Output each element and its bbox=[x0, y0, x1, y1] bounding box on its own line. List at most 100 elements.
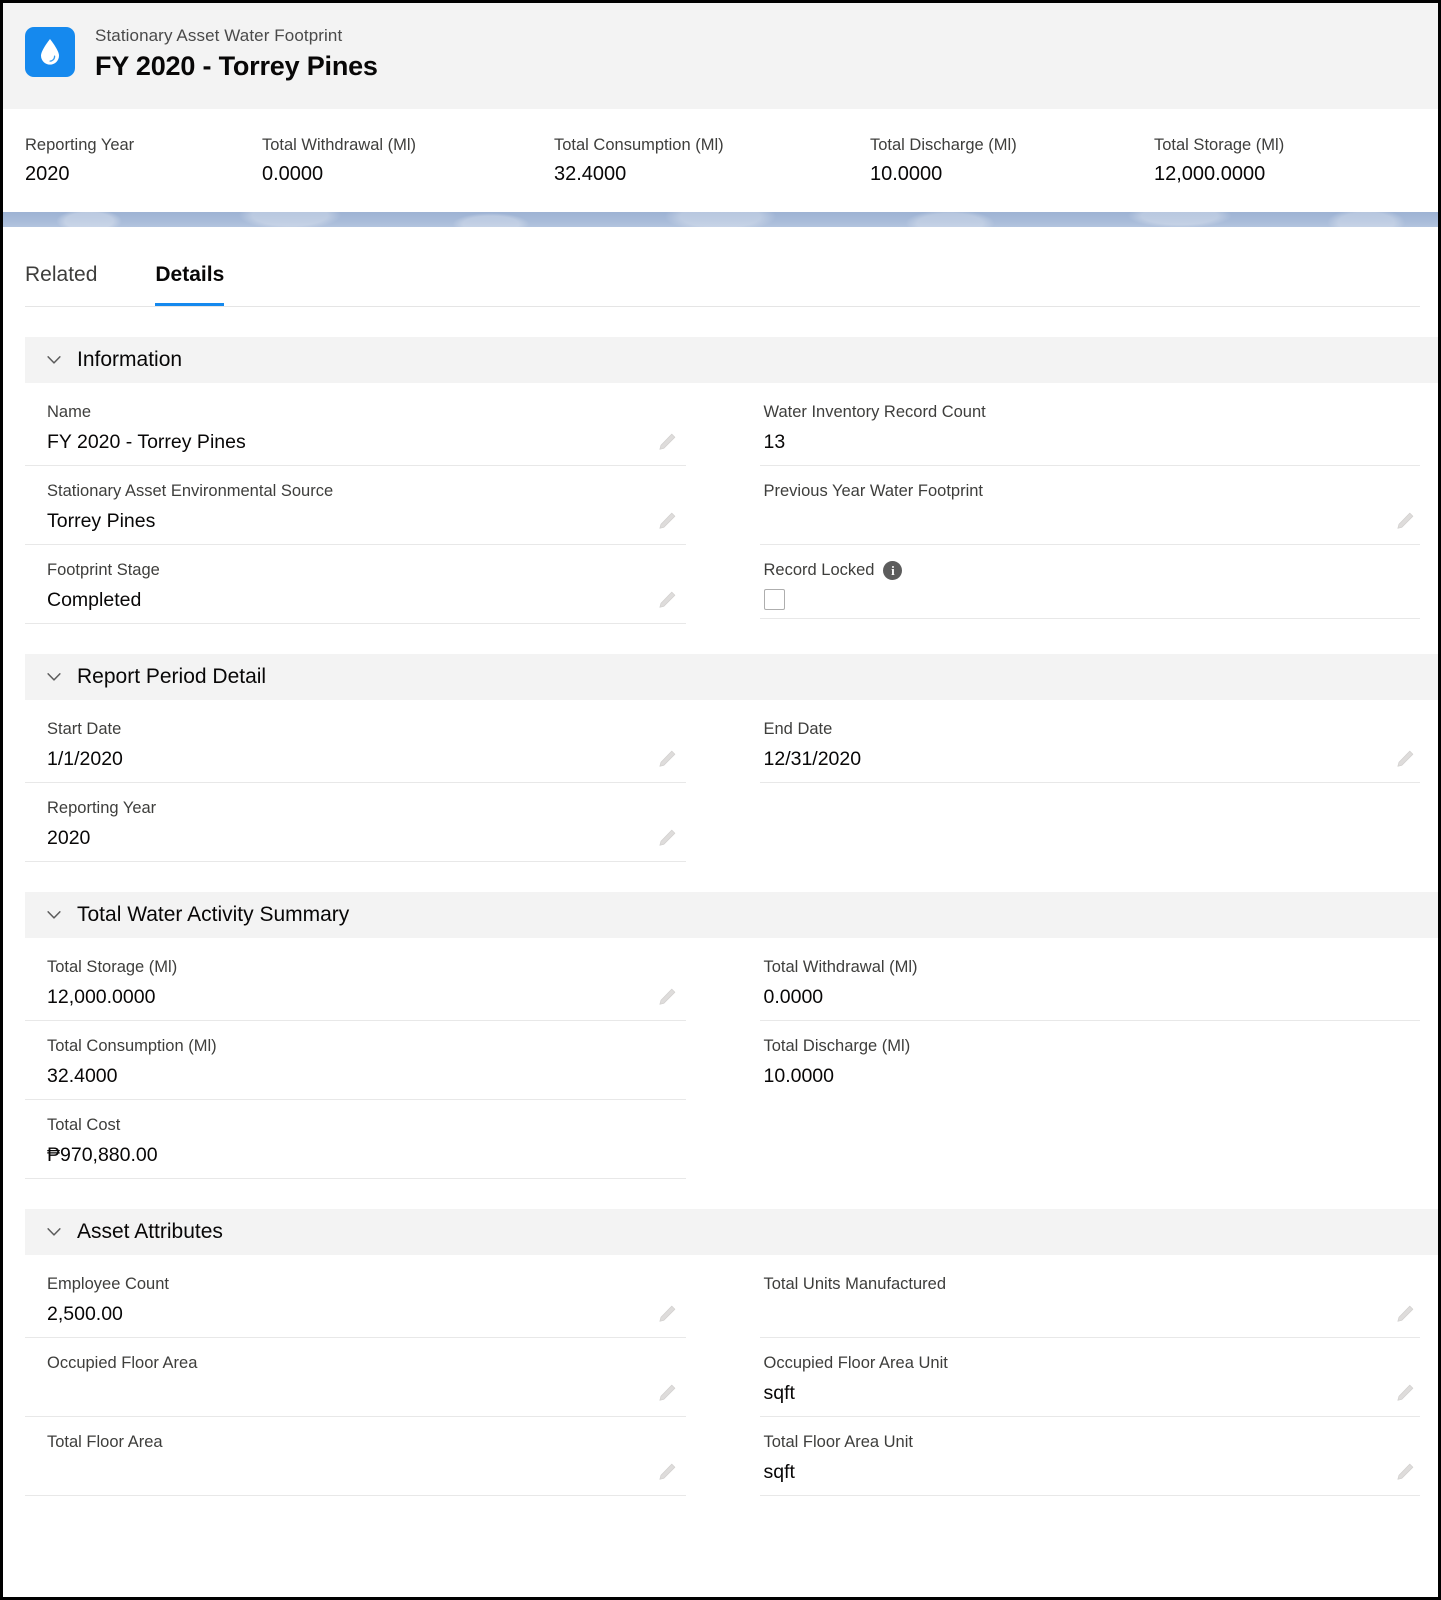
section-header-total-water-activity-summary[interactable]: Total Water Activity Summary bbox=[25, 892, 1438, 938]
edit-pencil-icon[interactable] bbox=[1394, 1303, 1416, 1325]
section-title: Report Period Detail bbox=[77, 665, 267, 688]
record-type-label: Stationary Asset Water Footprint bbox=[95, 26, 343, 45]
field-label: Total Withdrawal (Ml) bbox=[763, 958, 918, 976]
highlight-value: 0.0000 bbox=[262, 163, 324, 185]
section-header-information[interactable]: Information bbox=[25, 337, 1438, 383]
field-label: Total Storage (Ml) bbox=[47, 958, 178, 976]
record-locked-checkbox[interactable] bbox=[763, 589, 785, 610]
field-value: 0.0000 bbox=[763, 986, 824, 1008]
field-label: Occupied Floor Area bbox=[47, 1354, 198, 1372]
section-header-report-period-detail[interactable]: Report Period Detail bbox=[25, 654, 1438, 700]
field-value: 12,000.0000 bbox=[47, 986, 156, 1008]
section-asset-attributes: Asset Attributes Employee Count 2,500.00… bbox=[25, 1209, 1438, 1496]
highlight-total-consumption: Total Consumption (Ml) 32.4000 bbox=[554, 134, 870, 188]
page-title: FY 2020 - Torrey Pines bbox=[95, 51, 378, 81]
field-label: Previous Year Water Footprint bbox=[763, 482, 984, 500]
field-value: ₱970,880.00 bbox=[47, 1144, 158, 1166]
field-label: Occupied Floor Area Unit bbox=[763, 1354, 948, 1372]
field-record-locked: Record Locked i bbox=[759, 545, 1420, 619]
highlight-value: 2020 bbox=[25, 163, 70, 185]
field-total-storage: Total Storage (Ml) 12,000.0000 bbox=[25, 942, 686, 1021]
field-total-withdrawal: Total Withdrawal (Ml) 0.0000 bbox=[759, 942, 1420, 1021]
field-value: 32.4000 bbox=[47, 1065, 118, 1087]
edit-pencil-icon[interactable] bbox=[656, 827, 678, 849]
field-reporting-year: Reporting Year 2020 bbox=[25, 783, 686, 862]
edit-pencil-icon[interactable] bbox=[656, 748, 678, 770]
field-value bbox=[764, 506, 1421, 536]
field-value: 2,500.00 bbox=[47, 1303, 123, 1325]
section-title: Total Water Activity Summary bbox=[77, 903, 350, 926]
tab-details[interactable]: Details bbox=[155, 253, 225, 306]
section-report-period-detail: Report Period Detail Start Date 1/1/2020… bbox=[25, 654, 1438, 862]
field-value bbox=[47, 1457, 686, 1487]
chevron-down-icon bbox=[47, 673, 61, 681]
edit-pencil-icon[interactable] bbox=[1394, 510, 1416, 532]
edit-pencil-icon[interactable] bbox=[656, 986, 678, 1008]
edit-pencil-icon[interactable] bbox=[1394, 748, 1416, 770]
field-occupied-floor-area: Occupied Floor Area bbox=[25, 1338, 686, 1417]
field-label: Reporting Year bbox=[47, 799, 157, 817]
edit-pencil-icon[interactable] bbox=[656, 1461, 678, 1483]
highlight-value: 12,000.0000 bbox=[1154, 163, 1266, 185]
edit-pencil-icon[interactable] bbox=[1394, 1382, 1416, 1404]
field-label: Footprint Stage bbox=[47, 561, 160, 579]
field-label: Total Consumption (Ml) bbox=[47, 1037, 217, 1055]
field-occupied-floor-area-unit: Occupied Floor Area Unit sqft bbox=[759, 1338, 1420, 1417]
field-value: 1/1/2020 bbox=[47, 748, 123, 770]
edit-pencil-icon[interactable] bbox=[656, 510, 678, 532]
field-end-date: End Date 12/31/2020 bbox=[759, 704, 1420, 783]
chevron-down-icon bbox=[47, 1228, 61, 1236]
field-label: Total Floor Area Unit bbox=[763, 1433, 913, 1451]
chevron-down-icon bbox=[47, 911, 61, 919]
field-footprint-stage: Footprint Stage Completed bbox=[25, 545, 686, 624]
highlight-total-storage: Total Storage (Ml) 12,000.0000 bbox=[1154, 134, 1404, 188]
field-value: 2020 bbox=[47, 827, 91, 849]
info-icon[interactable]: i bbox=[883, 561, 903, 580]
field-label: Total Floor Area bbox=[47, 1433, 163, 1451]
highlight-value: 32.4000 bbox=[554, 163, 627, 185]
highlight-value: 10.0000 bbox=[870, 163, 943, 185]
field-value: sqft bbox=[763, 1461, 795, 1483]
section-total-water-activity-summary: Total Water Activity Summary Total Stora… bbox=[25, 892, 1438, 1179]
edit-pencil-icon[interactable] bbox=[656, 431, 678, 453]
field-total-consumption: Total Consumption (Ml) 32.4000 bbox=[25, 1021, 686, 1100]
record-header: Stationary Asset Water Footprint FY 2020… bbox=[3, 3, 1438, 109]
section-information: Information Name FY 2020 - Torrey Pines … bbox=[25, 337, 1438, 624]
field-value bbox=[764, 1299, 1421, 1329]
field-label: Total Cost bbox=[47, 1116, 121, 1134]
field-label-text: Record Locked bbox=[763, 561, 875, 579]
field-previous-year-water-footprint: Previous Year Water Footprint bbox=[759, 466, 1421, 545]
decorative-banner bbox=[3, 212, 1438, 227]
field-value bbox=[47, 1378, 686, 1408]
highlight-label: Total Consumption (Ml) bbox=[554, 136, 724, 154]
link-torrey-pines[interactable]: Torrey Pines bbox=[47, 510, 155, 532]
edit-pencil-icon[interactable] bbox=[1394, 1461, 1416, 1483]
field-start-date: Start Date 1/1/2020 bbox=[25, 704, 686, 783]
highlight-label: Total Discharge (Ml) bbox=[870, 136, 1017, 154]
edit-pencil-icon[interactable] bbox=[656, 589, 678, 611]
field-label: Start Date bbox=[47, 720, 122, 738]
edit-pencil-icon[interactable] bbox=[656, 1303, 678, 1325]
field-label: Water Inventory Record Count bbox=[763, 403, 986, 421]
field-value: 12/31/2020 bbox=[763, 748, 862, 770]
field-label: End Date bbox=[763, 720, 833, 738]
field-value: Completed bbox=[47, 589, 142, 611]
chevron-down-icon bbox=[47, 356, 61, 364]
edit-pencil-icon[interactable] bbox=[656, 1382, 678, 1404]
field-total-cost: Total Cost ₱970,880.00 bbox=[25, 1100, 686, 1179]
field-employee-count: Employee Count 2,500.00 bbox=[25, 1259, 686, 1338]
field-value: FY 2020 - Torrey Pines bbox=[47, 431, 246, 453]
highlight-label: Total Storage (Ml) bbox=[1154, 136, 1285, 154]
field-total-discharge: Total Discharge (Ml) 10.0000 bbox=[760, 1021, 1421, 1099]
section-header-asset-attributes[interactable]: Asset Attributes bbox=[25, 1209, 1438, 1255]
tab-bar: Related Details bbox=[3, 227, 1438, 307]
field-label: Stationary Asset Environmental Source bbox=[47, 482, 334, 500]
tab-related[interactable]: Related bbox=[25, 253, 97, 306]
field-value: 13 bbox=[763, 431, 786, 453]
field-name: Name FY 2020 - Torrey Pines bbox=[25, 387, 686, 466]
field-total-floor-area-unit: Total Floor Area Unit sqft bbox=[759, 1417, 1420, 1496]
highlight-total-discharge: Total Discharge (Ml) 10.0000 bbox=[870, 134, 1154, 188]
field-value: sqft bbox=[763, 1382, 795, 1404]
field-label: Name bbox=[47, 403, 92, 421]
highlights-panel: Reporting Year 2020 Total Withdrawal (Ml… bbox=[3, 109, 1438, 212]
